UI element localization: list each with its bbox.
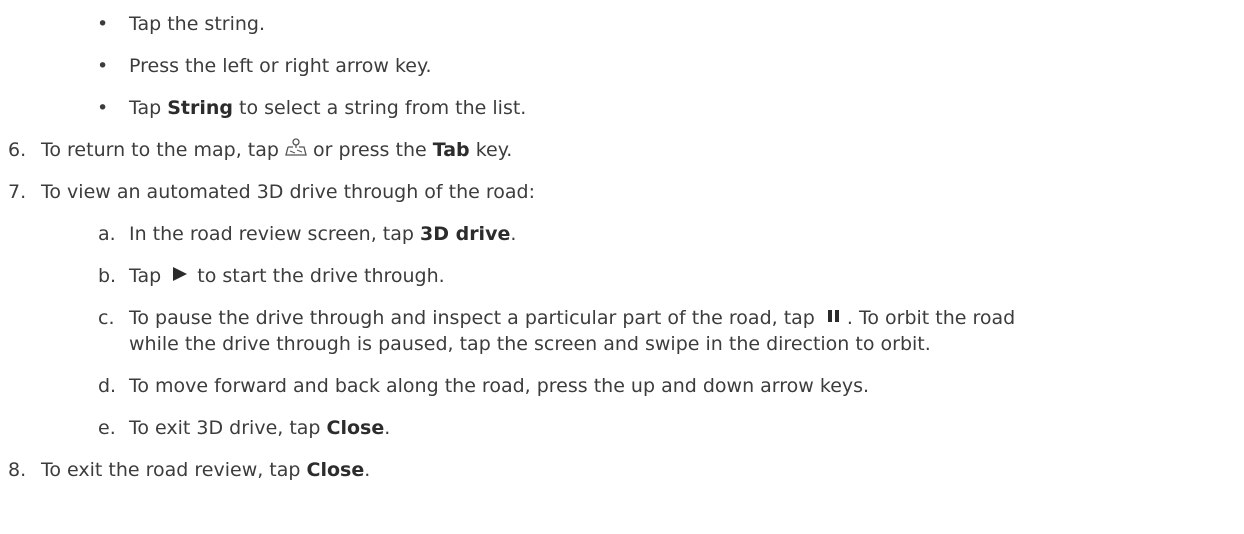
substep-text: while the drive through is paused, tap t…: [129, 333, 931, 355]
substep-text: To pause the drive through and inspect a…: [129, 305, 1015, 332]
ui-term-close: Close: [326, 417, 385, 439]
substep-text: To exit 3D drive, tap Close.: [129, 417, 391, 439]
substep-text: Tap to start the drive through.: [129, 263, 445, 290]
bullet-text: Press the left or right arrow key.: [129, 55, 432, 77]
bullet-dot: •: [97, 13, 109, 35]
ui-term-3d-drive: 3D drive: [419, 223, 511, 245]
substep-text: In the road review screen, tap 3D drive.: [129, 223, 517, 245]
ui-term-string: String: [167, 97, 233, 119]
step-text: To view an automated 3D drive through of…: [41, 181, 535, 203]
instructions-document: • Tap the string. • Press the left or ri…: [0, 0, 1244, 534]
step-number: 7.: [8, 181, 27, 203]
step-number: 8.: [8, 459, 27, 481]
play-icon: [167, 264, 191, 290]
step-text: To exit the road review, tap Close.: [41, 459, 371, 481]
substep-letter: a.: [98, 223, 116, 245]
substep-letter: c.: [98, 307, 115, 329]
bullet-dot: •: [97, 55, 109, 77]
substep-letter: b.: [98, 265, 117, 287]
step-number: 6.: [8, 139, 27, 161]
substep-text: To move forward and back along the road,…: [129, 375, 870, 397]
bullet-dot: •: [97, 97, 109, 119]
ui-term-close: Close: [306, 459, 365, 481]
substep-letter: e.: [98, 417, 116, 439]
bullet-text: Tap the string.: [129, 13, 266, 35]
bullet-text: Tap String to select a string from the l…: [129, 97, 527, 119]
substep-letter: d.: [98, 375, 117, 397]
step-text: To return to the map, tap or press the T…: [41, 137, 512, 164]
map-icon: [285, 137, 307, 164]
pause-icon: [821, 306, 847, 332]
ui-term-tab: Tab: [432, 139, 470, 161]
